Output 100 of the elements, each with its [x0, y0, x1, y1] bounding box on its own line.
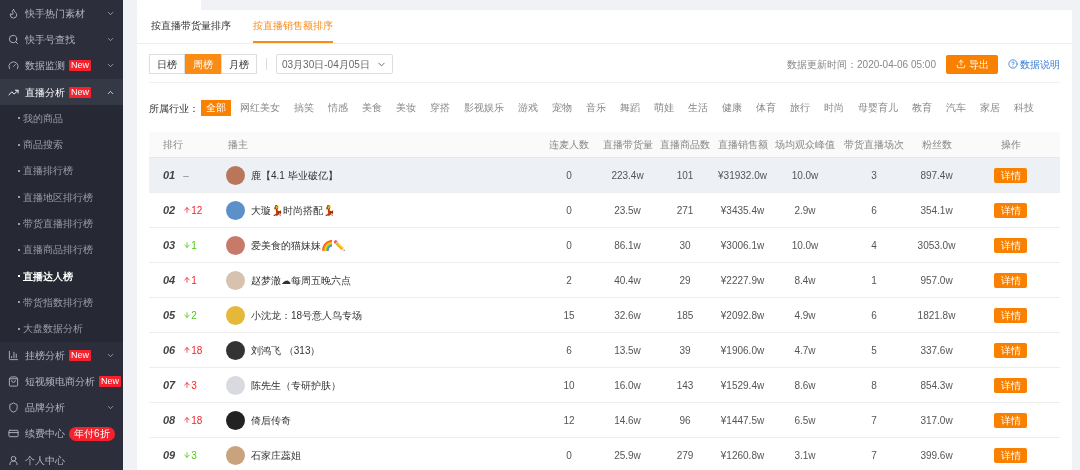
- table-cell-text: 2: [565, 273, 573, 288]
- table-row[interactable]: 01 – 鹿【4.1 毕业破亿】 0 223.4w 101 ¥31932.0w 10.0w 3 897.4w 详情: [149, 158, 1060, 193]
- column-header: 粉丝数: [920, 138, 953, 152]
- period-tab[interactable]: 日榜: [149, 54, 185, 74]
- streamer-name: 鹿【4.1 毕业破亿】: [251, 168, 338, 183]
- sidebar-item[interactable]: 续费中心 年付6折: [0, 420, 123, 448]
- industry-tag[interactable]: 时尚: [819, 100, 849, 116]
- industry-tag[interactable]: 音乐: [581, 100, 611, 116]
- sidebar-subitem[interactable]: 我的商品: [0, 105, 123, 132]
- rank-number: 05: [163, 307, 176, 323]
- arrow-up-icon: [183, 276, 192, 284]
- period-tab[interactable]: 周榜: [185, 54, 221, 74]
- table-cell-text: 101: [675, 168, 695, 183]
- industry-tag[interactable]: 家居: [975, 100, 1005, 116]
- table-cell-text: 12: [562, 413, 576, 428]
- sidebar-item[interactable]: 个人中心: [0, 447, 123, 470]
- sidebar-label: 品牌分析: [25, 401, 65, 416]
- industry-tag[interactable]: 穿搭: [425, 100, 455, 116]
- date-range-select[interactable]: 03月30日-04月05日: [276, 54, 393, 74]
- column-header: 直播商品数: [659, 138, 711, 152]
- arrow-down-icon: [183, 311, 192, 319]
- industry-tag[interactable]: 搞笑: [289, 100, 319, 116]
- sidebar-subitem[interactable]: 商品搜索: [0, 131, 123, 158]
- sidebar-item[interactable]: 挂榜分析 New: [0, 341, 123, 369]
- rank-change: 1: [191, 273, 197, 288]
- table-cell-text: 317.0w: [919, 413, 954, 428]
- industry-tag[interactable]: 网红美女: [235, 100, 285, 116]
- details-button[interactable]: 详情: [994, 377, 1027, 393]
- table-cell-text: 354.1w: [919, 203, 954, 218]
- avatar: [226, 445, 245, 465]
- details-button[interactable]: 详情: [994, 237, 1027, 253]
- sidebar-subitem[interactable]: 直播地区排行榜: [0, 184, 123, 211]
- table-cell-text: 4.9w: [793, 308, 817, 323]
- industry-tag[interactable]: 游戏: [513, 100, 543, 116]
- bar-chart-icon: [8, 349, 19, 361]
- sidebar-item[interactable]: 直播分析 New: [0, 78, 123, 106]
- arrow-up-icon: [183, 346, 192, 354]
- avatar: [226, 235, 245, 255]
- industry-tag[interactable]: 美食: [357, 100, 387, 116]
- sidebar-subitem[interactable]: 直播达人榜: [0, 262, 123, 290]
- industry-tag[interactable]: 美妆: [391, 100, 421, 116]
- sidebar-item[interactable]: 品牌分析: [0, 394, 123, 421]
- details-button[interactable]: 详情: [994, 202, 1027, 218]
- industry-tag[interactable]: 科技: [1009, 100, 1039, 116]
- industry-tag[interactable]: 舞蹈: [615, 100, 645, 116]
- industry-tag[interactable]: 宠物: [547, 100, 577, 116]
- table-cell-text: 96: [678, 413, 692, 428]
- details-button[interactable]: 详情: [994, 167, 1027, 183]
- streamer-name: 小沈龙：18号意人鸟专场: [251, 308, 363, 323]
- industry-tag[interactable]: 生活: [683, 100, 713, 116]
- industry-tag[interactable]: 健康: [717, 100, 747, 116]
- table-cell-text: 6: [565, 343, 573, 358]
- sidebar-sublabel: 带货指数排行榜: [23, 295, 93, 310]
- details-button[interactable]: 详情: [994, 272, 1027, 288]
- industry-tag[interactable]: 旅行: [785, 100, 815, 116]
- table-cell-text: 0: [565, 203, 573, 218]
- industry-tag[interactable]: 影视娱乐: [459, 100, 509, 116]
- industry-tag[interactable]: 全部: [201, 100, 231, 116]
- details-button[interactable]: 详情: [994, 412, 1027, 428]
- sidebar-subitem[interactable]: 大盘数据分析: [0, 315, 123, 342]
- user-icon: [8, 454, 19, 466]
- data-help-link[interactable]: 数据说明: [1020, 56, 1060, 72]
- industry-tag[interactable]: 汽车: [941, 100, 971, 116]
- details-button[interactable]: 详情: [994, 447, 1027, 463]
- sidebar-subitem[interactable]: 带货直播排行榜: [0, 210, 123, 237]
- table-cell-text: 10.0w: [790, 238, 820, 253]
- table-cell-text: 4.7w: [793, 343, 817, 358]
- avatar: [226, 270, 245, 290]
- period-tab[interactable]: 月榜: [221, 54, 257, 74]
- sort-tab[interactable]: 按直播销售额排序: [253, 10, 333, 43]
- sidebar-subitem[interactable]: 带货指数排行榜: [0, 289, 123, 316]
- details-button[interactable]: 详情: [994, 307, 1027, 323]
- streamer-name: 赵梦澈☁每周五晚六点: [251, 273, 351, 288]
- sidebar-subitem[interactable]: 直播商品排行榜: [0, 236, 123, 263]
- update-time: 数据更新时间：2020-04-06 05:00: [787, 57, 936, 72]
- sidebar-item[interactable]: 数据监测 New: [0, 52, 123, 79]
- details-button[interactable]: 详情: [994, 342, 1027, 358]
- sidebar-label: 短视频电商分析: [25, 374, 95, 389]
- table-cell-text: ¥3006.1w: [719, 238, 766, 253]
- table-cell-text: 39: [678, 343, 692, 358]
- sort-tab[interactable]: 按直播带货量排序: [151, 10, 231, 43]
- export-button[interactable]: 导出: [946, 54, 998, 74]
- industry-tag[interactable]: 体育: [751, 100, 781, 116]
- sidebar-label: 快手号查找: [25, 32, 75, 47]
- sidebar-sublabel: 商品搜索: [23, 138, 63, 153]
- table-cell-text: 1: [870, 273, 878, 288]
- industry-tag[interactable]: 萌娃: [649, 100, 679, 116]
- sidebar-item[interactable]: 快手号查找: [0, 26, 123, 53]
- new-badge: New: [69, 349, 91, 361]
- rank-number: 06: [163, 342, 176, 358]
- table-cell-text: 14.6w: [613, 413, 642, 428]
- industry-tag[interactable]: 母婴育儿: [853, 100, 903, 116]
- avatar: [226, 305, 245, 325]
- industry-tag[interactable]: 教育: [907, 100, 937, 116]
- table-cell-text: 854.3w: [919, 378, 954, 393]
- sidebar-subitem[interactable]: 直播排行榜: [0, 157, 123, 185]
- industry-tag[interactable]: 情感: [323, 100, 353, 116]
- sidebar-item[interactable]: 快手热门素材: [0, 0, 123, 27]
- table-cell-text: ¥1447.5w: [719, 413, 766, 428]
- table-cell-text: 0: [565, 448, 573, 463]
